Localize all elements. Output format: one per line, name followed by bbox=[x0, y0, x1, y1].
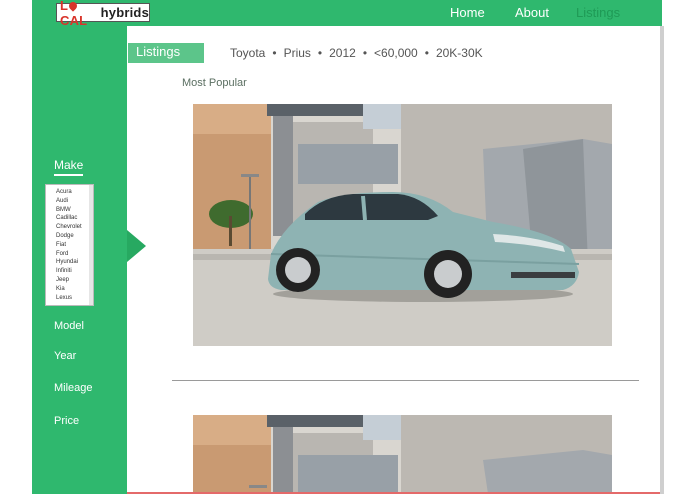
make-option[interactable]: Kia bbox=[56, 285, 93, 294]
filter-chip[interactable]: Toyota bbox=[230, 46, 265, 60]
logo[interactable]: LCAL hybrids bbox=[56, 0, 150, 28]
make-option[interactable]: Hyundai bbox=[56, 258, 93, 267]
make-option[interactable]: Chevrolet bbox=[56, 223, 93, 232]
make-select-list[interactable]: Acura Audi BMW Cadillac Chevrolet Dodge … bbox=[45, 184, 94, 306]
nav-listings-link[interactable]: Listings bbox=[576, 5, 620, 20]
make-filter-label[interactable]: Make bbox=[54, 158, 84, 176]
make-option[interactable]: Acura bbox=[56, 188, 93, 197]
make-option[interactable]: Jeep bbox=[56, 276, 93, 285]
nav-about-link[interactable]: About bbox=[515, 5, 549, 20]
make-option[interactable]: Audi bbox=[56, 197, 93, 206]
make-option[interactable]: Dodge bbox=[56, 232, 93, 241]
nav-home-link[interactable]: Home bbox=[450, 5, 485, 20]
make-option[interactable]: Cadillac bbox=[56, 214, 93, 223]
separator-dot-icon: • bbox=[272, 46, 277, 60]
year-filter-item[interactable]: Year bbox=[54, 350, 76, 362]
separator-dot-icon: • bbox=[424, 46, 429, 60]
make-list-scrollbar[interactable] bbox=[89, 185, 93, 305]
filter-chip[interactable]: <60,000 bbox=[374, 46, 418, 60]
make-option[interactable]: Fiat bbox=[56, 241, 93, 250]
make-option[interactable]: Lexus bbox=[56, 294, 93, 303]
filter-chip[interactable]: Prius bbox=[284, 46, 311, 60]
logo-local-text: LCAL bbox=[60, 0, 88, 28]
make-option[interactable]: BMW bbox=[56, 206, 93, 215]
building-photo-illustration bbox=[193, 415, 612, 494]
map-pin-icon bbox=[67, 0, 79, 12]
active-filters-breadcrumb: Toyota • Prius • 2012 • <60,000 • 20K-30K bbox=[230, 46, 483, 60]
mileage-filter-item[interactable]: Mileage bbox=[54, 382, 93, 394]
right-edge-strip bbox=[660, 26, 664, 494]
filter-chip[interactable]: 20K-30K bbox=[436, 46, 483, 60]
filter-sidebar: Make Acura Audi BMW Cadillac Chevrolet D… bbox=[32, 26, 127, 494]
section-title: Most Popular bbox=[182, 77, 247, 89]
listings-tab[interactable]: Listings bbox=[128, 43, 204, 63]
separator-dot-icon: • bbox=[317, 46, 323, 60]
car-photo-illustration bbox=[193, 104, 612, 346]
listing-photo[interactable] bbox=[193, 104, 612, 346]
listing-divider bbox=[172, 380, 639, 381]
listing-photo[interactable] bbox=[193, 415, 612, 494]
make-option[interactable]: Infiniti bbox=[56, 267, 93, 276]
top-nav-bar: LCAL hybrids Home About Listings bbox=[32, 0, 662, 28]
model-filter-item[interactable]: Model bbox=[54, 320, 84, 332]
logo-hybrids-text: hybrids bbox=[100, 5, 149, 20]
separator-dot-icon: • bbox=[362, 46, 368, 60]
filter-chip[interactable]: 2012 bbox=[329, 46, 356, 60]
active-indicator-arrow-icon bbox=[127, 230, 146, 262]
price-filter-item[interactable]: Price bbox=[54, 415, 79, 427]
make-option[interactable]: Ford bbox=[56, 250, 93, 259]
